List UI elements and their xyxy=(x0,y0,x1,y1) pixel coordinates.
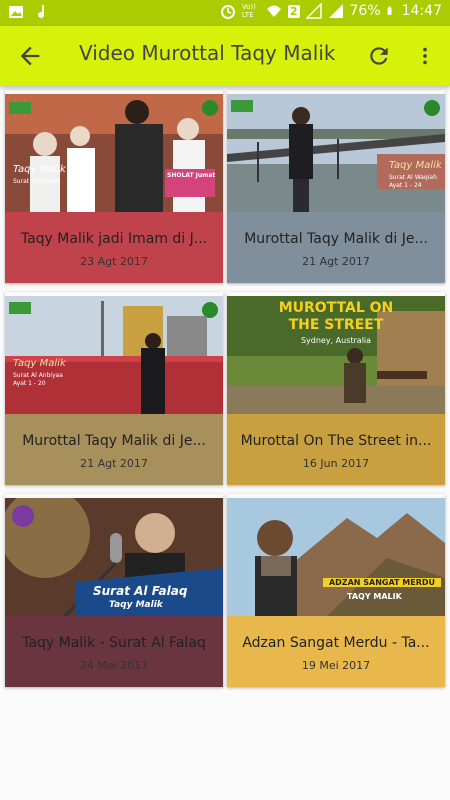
signal-icon xyxy=(305,3,322,19)
video-title: Murottal Taqy Malik di Je... xyxy=(244,231,428,247)
video-date: 23 Agt 2017 xyxy=(80,255,148,268)
video-caption: Murottal Taqy Malik di Je... 21 Agt 2017 xyxy=(227,212,445,283)
thumb-subcaption: Surat Al Waqiah xyxy=(389,174,437,181)
thumb-subcaption-2: Ayat 1 - 20 xyxy=(13,380,46,387)
back-arrow-icon[interactable] xyxy=(16,42,44,70)
thumb-subcaption: Surat Al Anbiyaa xyxy=(13,372,63,379)
signal-icon-2 xyxy=(328,4,343,18)
thumb-subcaption: TAQY MALIK xyxy=(347,592,402,601)
video-date: 24 Mei 2017 xyxy=(79,659,149,672)
video-card[interactable]: Surat Al Falaq Taqy Malik Taqy Malik - S… xyxy=(5,494,223,687)
thumb-badge: SHOLAT Jumat xyxy=(167,172,216,179)
video-thumbnail: Taqy Malik Surat Al Anbiyaa Ayat 1 - 20 xyxy=(5,296,223,414)
video-caption: Murottal On The Street in... 16 Jun 2017 xyxy=(227,414,445,485)
video-card[interactable]: MUROTTAL ON THE STREET Sydney, Australia… xyxy=(227,292,445,485)
battery-percent: 76% xyxy=(349,3,381,19)
alarm-icon xyxy=(220,5,235,19)
thumb-subcaption: Taqy Malik xyxy=(109,600,163,610)
video-date: 21 Agt 2017 xyxy=(302,255,370,268)
video-caption: Murottal Taqy Malik di Je... 21 Agt 2017 xyxy=(5,414,223,485)
video-thumbnail: Taqy Malik Surat Al Fatihah SHOLAT Jumat xyxy=(5,94,223,212)
video-title: Murottal On The Street in... xyxy=(240,433,432,449)
network-label: Vo)) LTE xyxy=(241,3,256,19)
image-notification-icon xyxy=(9,6,23,18)
sim-badge: 2 xyxy=(287,4,300,18)
video-card[interactable]: Taqy Malik Surat Al Fatihah SHOLAT Jumat… xyxy=(5,90,223,283)
refresh-icon[interactable] xyxy=(366,43,392,69)
thumb-headline-2: THE STREET xyxy=(288,317,384,333)
thumb-caption: Taqy Malik xyxy=(13,358,66,369)
thumb-headline: Surat Al Falaq xyxy=(93,584,188,598)
video-thumbnail: MUROTTAL ON THE STREET Sydney, Australia xyxy=(227,296,445,414)
video-thumbnail: Surat Al Falaq Taqy Malik xyxy=(5,498,223,616)
thumb-caption: Taqy Malik xyxy=(389,160,442,171)
video-card[interactable]: ADZAN SANGAT MERDU TAQY MALIK Adzan Sang… xyxy=(227,494,445,687)
status-bar: Vo)) LTE 2 76% 14:47 xyxy=(0,0,450,26)
video-thumbnail: Taqy Malik Surat Al Waqiah Ayat 1 - 24 xyxy=(227,94,445,212)
thumb-subcaption: Sydney, Australia xyxy=(300,336,372,345)
battery-icon xyxy=(387,6,392,15)
video-date: 21 Agt 2017 xyxy=(80,457,148,470)
video-thumbnail: ADZAN SANGAT MERDU TAQY MALIK xyxy=(227,498,445,616)
video-caption: Taqy Malik jadi Imam di J... 23 Agt 2017 xyxy=(5,212,223,283)
thumb-subcaption-2: Ayat 1 - 24 xyxy=(389,182,422,189)
video-caption: Taqy Malik - Surat Al Falaq 24 Mei 2017 xyxy=(5,616,223,687)
video-title: Murottal Taqy Malik di Je... xyxy=(22,433,206,449)
app-bar: Video Murottal Taqy Malik xyxy=(0,26,450,86)
thumb-caption: Taqy Malik xyxy=(13,164,66,175)
video-card[interactable]: Taqy Malik Surat Al Waqiah Ayat 1 - 24 M… xyxy=(227,90,445,283)
video-title: Taqy Malik jadi Imam di J... xyxy=(20,231,208,247)
page-title: Video Murottal Taqy Malik xyxy=(79,41,336,65)
more-vert-icon[interactable] xyxy=(414,43,436,69)
video-date: 16 Jun 2017 xyxy=(302,457,370,470)
thumb-subcaption: Surat Al Fatihah xyxy=(13,178,61,185)
clock: 14:47 xyxy=(401,3,442,19)
video-date: 19 Mei 2017 xyxy=(301,659,371,672)
video-caption: Adzan Sangat Merdu - Ta... 19 Mei 2017 xyxy=(227,616,445,687)
thumb-headline: ADZAN SANGAT MERDU xyxy=(323,578,441,587)
video-title: Taqy Malik - Surat Al Falaq xyxy=(22,635,206,651)
video-card[interactable]: Taqy Malik Surat Al Anbiyaa Ayat 1 - 20 … xyxy=(5,292,223,485)
video-title: Adzan Sangat Merdu - Ta... xyxy=(242,635,430,651)
music-note-icon xyxy=(38,5,45,19)
thumb-headline: MUROTTAL ON xyxy=(278,300,394,316)
wifi-icon xyxy=(266,5,281,17)
